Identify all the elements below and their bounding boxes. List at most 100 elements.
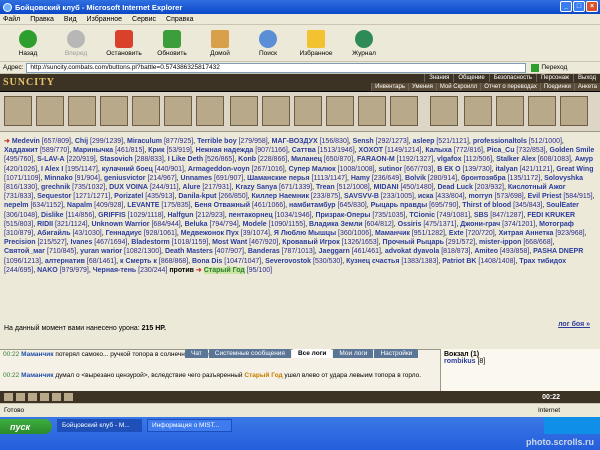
- player-name[interactable]: Шаманские перья: [247, 175, 309, 182]
- player-name[interactable]: Solovyshka: [544, 175, 583, 182]
- close-icon[interactable]: ×: [586, 1, 598, 12]
- player-name[interactable]: Halfgun: [167, 212, 193, 219]
- player-name[interactable]: Bona Dis: [192, 258, 222, 265]
- nav-knowledge[interactable]: Знания: [424, 74, 453, 82]
- menu-favorites[interactable]: Избранное: [87, 16, 122, 23]
- menu-help[interactable]: Справка: [166, 16, 193, 23]
- battle-log-link[interactable]: лог боя »: [558, 321, 590, 328]
- chat-action-icon[interactable]: [4, 393, 13, 401]
- refresh-button[interactable]: Обновить: [148, 29, 196, 57]
- player-name[interactable]: иска: [418, 193, 434, 200]
- player-name[interactable]: Patriot BK: [442, 258, 476, 265]
- chat-action-icon[interactable]: [40, 393, 49, 401]
- player-name[interactable]: Беня Отважный: [194, 202, 250, 209]
- player-name[interactable]: Unknown Warrior: [91, 221, 149, 228]
- equipment-slot[interactable]: [464, 96, 492, 126]
- player-name[interactable]: Трах тибидох: [519, 258, 566, 265]
- player-name[interactable]: nepelm: [4, 202, 29, 209]
- player-name[interactable]: Кислотный Ажог: [508, 184, 566, 191]
- chat-player[interactable]: Маманчик: [21, 372, 53, 379]
- equipment-slot[interactable]: [68, 96, 96, 126]
- equipment-slot[interactable]: [100, 96, 128, 126]
- player-name[interactable]: Pica_Cu: [487, 147, 515, 154]
- player-name[interactable]: Мотограф: [539, 221, 574, 228]
- player-name[interactable]: yuran warior: [80, 248, 122, 255]
- player-name[interactable]: Danila-kput: [178, 193, 216, 200]
- nav-transfers[interactable]: Отчет о переводах: [480, 83, 540, 91]
- minimize-icon[interactable]: _: [560, 1, 572, 12]
- player-name[interactable]: NAKO: [37, 267, 58, 274]
- player-name[interactable]: Chij: [75, 138, 88, 145]
- chat-target[interactable]: Старый Год: [244, 372, 282, 379]
- player-name[interactable]: MIDANI: [374, 184, 399, 191]
- enemy-name[interactable]: Старый Год: [203, 266, 245, 274]
- menu-file[interactable]: Файл: [3, 16, 20, 23]
- player-name[interactable]: SoulEater: [546, 202, 579, 209]
- player-name[interactable]: GRIFFIS: [98, 212, 126, 219]
- player-name[interactable]: Амур: [575, 156, 593, 163]
- player-name[interactable]: Кузнец счастья: [346, 258, 399, 265]
- player-name[interactable]: SBS: [474, 212, 488, 219]
- player-name[interactable]: RIDII: [37, 221, 53, 228]
- player-name[interactable]: Napalm: [67, 202, 92, 209]
- player-name[interactable]: DUX VOINA: [109, 184, 148, 191]
- player-name[interactable]: Крик: [148, 147, 164, 154]
- player-name[interactable]: Jaeggarn: [319, 248, 350, 255]
- history-button[interactable]: Журнал: [340, 29, 388, 57]
- favorites-button[interactable]: Избранное: [292, 29, 340, 57]
- equipment-slot[interactable]: [164, 96, 192, 126]
- own-nickname[interactable]: rombikus: [444, 358, 476, 365]
- back-button[interactable]: Назад: [4, 29, 52, 57]
- player-name[interactable]: Exte: [449, 230, 464, 237]
- player-name[interactable]: Stasovich: [100, 156, 133, 163]
- tab-my-logs[interactable]: Мои логи: [333, 349, 374, 358]
- player-name[interactable]: FARAON-M: [357, 156, 395, 163]
- player-name[interactable]: Great Wing: [556, 166, 593, 173]
- equipment-slot[interactable]: [36, 96, 64, 126]
- player-name[interactable]: FEDI KRUKER: [527, 212, 575, 219]
- player-name[interactable]: Bladestorm: [131, 239, 170, 246]
- chat-action-icon[interactable]: [52, 393, 61, 401]
- nav-inventory[interactable]: Инвентарь: [371, 83, 408, 91]
- player-name[interactable]: Evil Priest: [528, 193, 562, 200]
- equipment-slot[interactable]: [262, 96, 290, 126]
- player-name[interactable]: asleep: [413, 138, 435, 145]
- player-name[interactable]: Bolvik: [405, 175, 426, 182]
- player-name[interactable]: I Like Deth: [168, 156, 203, 163]
- player-name[interactable]: advokat dyavola: [385, 248, 439, 255]
- player-name[interactable]: italyan: [496, 166, 518, 173]
- chat-action-icon[interactable]: [16, 393, 25, 401]
- nav-chat[interactable]: Общение: [453, 74, 488, 82]
- player-name[interactable]: Прочный Рыцарь: [383, 239, 444, 246]
- maximize-icon[interactable]: □: [573, 1, 585, 12]
- player-name[interactable]: Thirst of blood: [462, 202, 511, 209]
- player-name[interactable]: Most Want: [212, 239, 247, 246]
- equipment-slot[interactable]: [326, 96, 354, 126]
- player-name[interactable]: sutinor: [378, 166, 402, 173]
- player-name[interactable]: Amiteo: [474, 248, 498, 255]
- player-name[interactable]: Golden Smile: [550, 147, 595, 154]
- player-name[interactable]: бронтозябра: [461, 175, 506, 182]
- menu-edit[interactable]: Правка: [30, 16, 54, 23]
- nav-exit[interactable]: Выход: [573, 74, 600, 82]
- equipment-slot[interactable]: [560, 96, 588, 126]
- nav-fights[interactable]: Поединки: [539, 83, 574, 91]
- player-name[interactable]: Медвежонок Пух: [181, 230, 239, 237]
- player-name[interactable]: Death Masters: [165, 248, 213, 255]
- player-name[interactable]: Калыха: [425, 147, 451, 154]
- player-name[interactable]: professionaltols: [473, 138, 527, 145]
- nav-my-scroll[interactable]: Мой Скроилл: [435, 83, 481, 91]
- player-name[interactable]: Sensh: [353, 138, 374, 145]
- player-name[interactable]: Konb: [238, 156, 256, 163]
- player-name[interactable]: алтернатив: [45, 258, 85, 265]
- player-name[interactable]: SAVSVV-B: [344, 193, 379, 200]
- taskbar-item[interactable]: Бойцовский клуб - М...: [57, 419, 142, 432]
- player-name[interactable]: Stalker Alex: [496, 156, 536, 163]
- player-name[interactable]: Джони-грач: [460, 221, 500, 228]
- player-name[interactable]: Киллер Наемник: [252, 193, 309, 200]
- player-name[interactable]: Ivanes: [71, 239, 93, 246]
- player-name[interactable]: vlgafox: [437, 156, 462, 163]
- player-name[interactable]: Саттва: [292, 147, 316, 154]
- player-name[interactable]: Minnako: [44, 175, 72, 182]
- player-name[interactable]: Modele: [243, 221, 267, 228]
